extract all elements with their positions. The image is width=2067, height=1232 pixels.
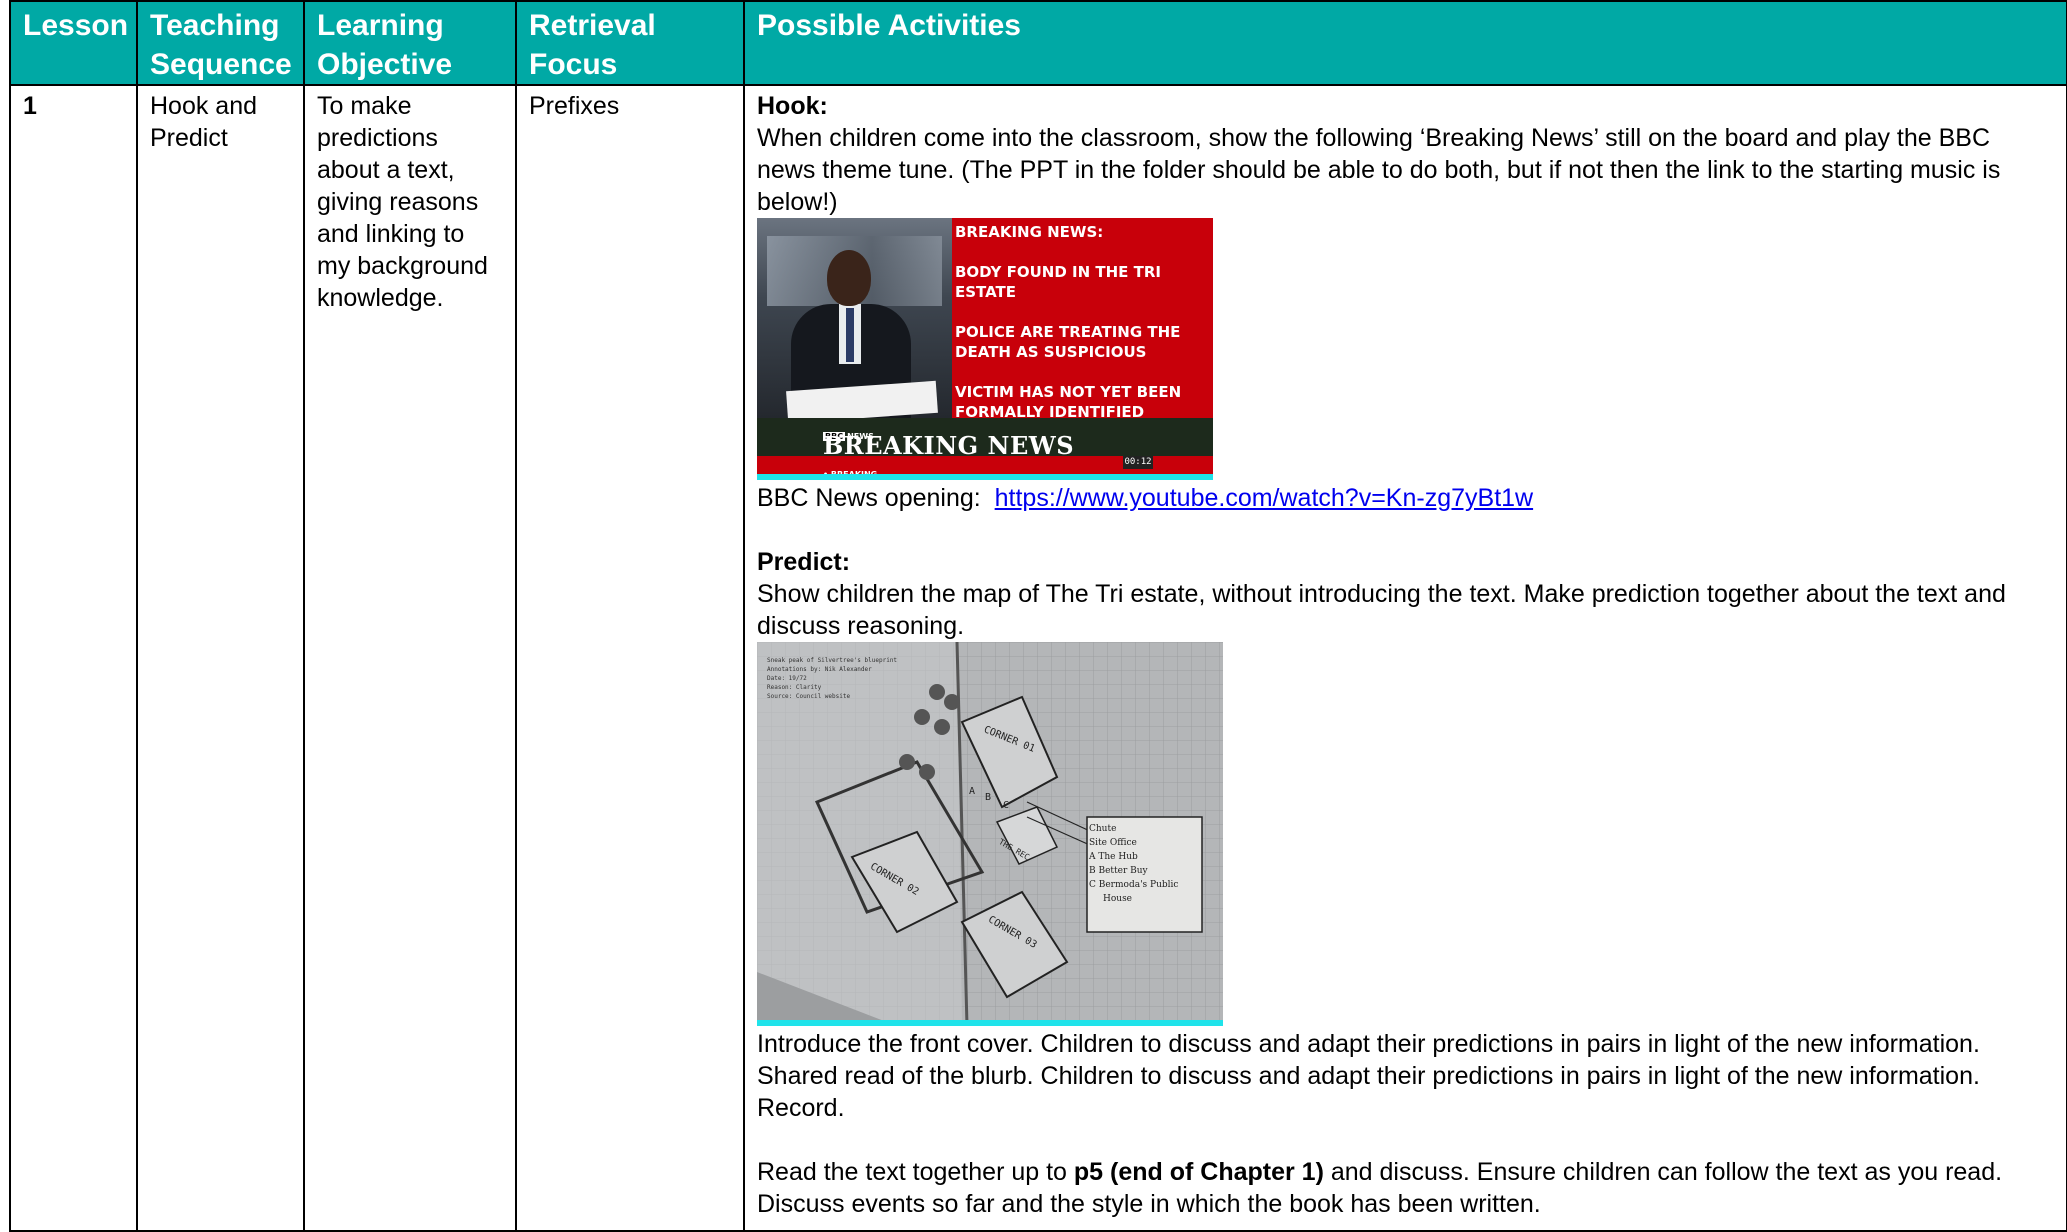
link-prefix: BBC News opening: bbox=[757, 484, 981, 512]
tri-estate-map-image: Sneak peak of Silvertree's blueprint Ann… bbox=[757, 642, 1223, 1026]
map-legend-item: Site Office bbox=[1089, 838, 1137, 848]
map-legend-item: A The Hub bbox=[1089, 852, 1138, 862]
front-cover-text: Introduce the front cover. Children to d… bbox=[757, 1030, 1980, 1122]
header-possible-activities: Possible Activities bbox=[743, 0, 2067, 86]
lesson-plan-page: Lesson Teaching Sequence Learning Object… bbox=[9, 0, 2067, 1232]
map-label-a: A bbox=[969, 786, 976, 797]
read-text-prefix: Read the text together up to bbox=[757, 1158, 1067, 1186]
map-info-line: Source: Council website bbox=[767, 693, 851, 700]
news-image-underline bbox=[757, 474, 1213, 480]
map-legend-item: C Bermoda's Public bbox=[1089, 880, 1179, 890]
possible-activities-cell: Hook: When children come into the classr… bbox=[743, 84, 2067, 1232]
hook-text: When children come into the classroom, s… bbox=[757, 124, 2001, 216]
news-headline-body-found: BODY FOUND IN THE TRI ESTATE bbox=[955, 263, 1162, 301]
map-legend: Chute Site Office A The Hub B Better Buy… bbox=[1089, 822, 1189, 906]
read-text-paragraph: Read the text together up to p5 (end of … bbox=[757, 1156, 2053, 1220]
predict-text: Show children the map of The Tri estate,… bbox=[757, 580, 2006, 640]
map-label-b: B bbox=[985, 792, 992, 803]
map-info-line: Annotations by: Nik Alexander bbox=[767, 666, 872, 673]
news-headlines: BREAKING NEWS: BODY FOUND IN THE TRI EST… bbox=[955, 222, 1210, 442]
newsreader-head bbox=[827, 250, 871, 306]
header-teaching-sequence: Teaching Sequence bbox=[136, 0, 305, 86]
news-headline-victim: VICTIM HAS NOT YET BEEN FORMALLY IDENTIF… bbox=[955, 383, 1182, 421]
map-label-c: C bbox=[1003, 800, 1010, 811]
lesson-number: 1 bbox=[9, 84, 138, 1232]
news-headline-title: BREAKING NEWS: bbox=[955, 223, 1104, 241]
header-retrieval-focus: Retrieval Focus bbox=[515, 0, 745, 86]
news-clock: 00:12 bbox=[1123, 456, 1153, 469]
hook-heading: Hook: bbox=[757, 92, 828, 120]
map-info-line: Sneak peak of Silvertree's blueprint bbox=[767, 657, 898, 664]
predict-heading: Predict: bbox=[757, 548, 851, 576]
news-headline-police: POLICE ARE TREATING THE DEATH AS SUSPICI… bbox=[955, 323, 1181, 361]
header-row: Lesson Teaching Sequence Learning Object… bbox=[9, 0, 2067, 86]
breaking-news-image: BREAKING NEWS: BODY FOUND IN THE TRI EST… bbox=[757, 218, 1213, 480]
map-legend-item: B Better Buy bbox=[1089, 866, 1148, 876]
header-lesson: Lesson bbox=[9, 0, 138, 86]
bbc-news-opening-link[interactable]: https://www.youtube.com/watch?v=Kn-zg7yB… bbox=[995, 484, 1533, 512]
bbc-news-link-line: BBC News opening: https://www.youtube.co… bbox=[757, 482, 2053, 514]
map-info-line: Reason: Clarity bbox=[767, 684, 822, 691]
retrieval-focus-cell: Prefixes bbox=[515, 84, 745, 1232]
learning-objective-cell: To make predictions about a text, giving… bbox=[303, 84, 517, 1232]
map-legend-item: Chute bbox=[1089, 824, 1117, 834]
read-text-chapter: p5 (end of Chapter 1) bbox=[1073, 1158, 1324, 1186]
map-legend-item: House bbox=[1103, 894, 1133, 904]
map-info-line: Date: 19/72 bbox=[767, 675, 807, 682]
header-learning-objective: Learning Objective bbox=[303, 0, 517, 86]
table-row: 1 Hook and Predict To make predictions a… bbox=[9, 84, 2067, 1232]
map-info-block: Sneak peak of Silvertree's blueprint Ann… bbox=[767, 656, 907, 701]
lesson-plan-table: Lesson Teaching Sequence Learning Object… bbox=[9, 0, 2067, 1232]
teaching-sequence-cell: Hook and Predict bbox=[136, 84, 305, 1232]
newsreader-tie bbox=[846, 308, 854, 362]
